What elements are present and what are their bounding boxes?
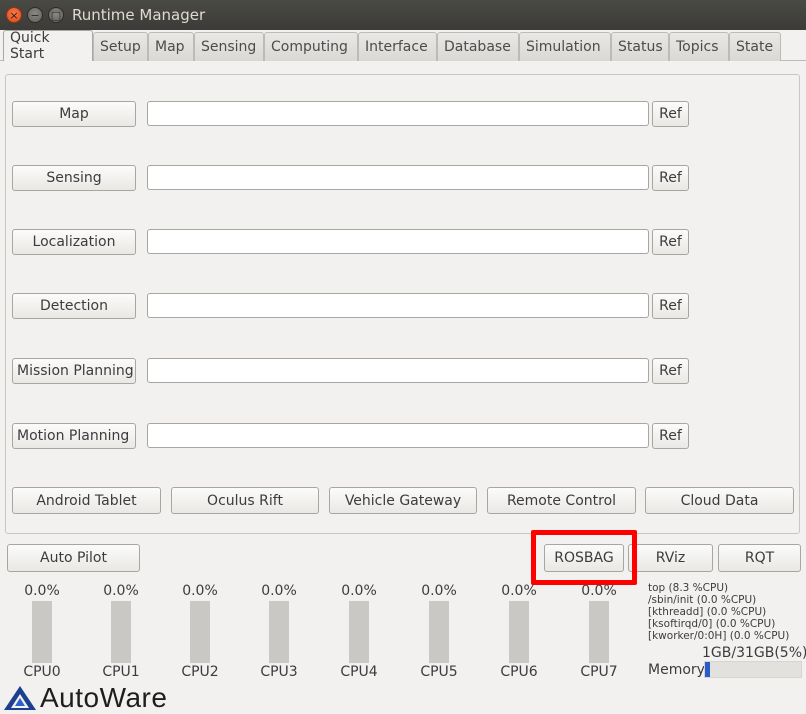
sensing-button[interactable]: Sensing [12,165,136,191]
detection-path-field[interactable] [147,293,649,318]
cpu-bar [190,601,210,663]
tab-map[interactable]: Map [148,32,194,61]
tab-status[interactable]: Status [611,32,669,61]
memory-label: Memory [648,662,705,678]
cpu-bar [509,601,529,663]
localization-path-field[interactable] [147,229,649,254]
memory-usage-text: 1GB/31GB(5%) [702,645,806,661]
remote-control-button[interactable]: Remote Control [487,487,636,514]
process-item: [kthreadd] (0.0 %CPU) [648,606,767,618]
cpu-percent: 0.0% [182,583,218,599]
cpu-label: CPU5 [420,664,458,680]
motion-planning-ref-button[interactable]: Ref [652,423,689,449]
tab-simulation[interactable]: Simulation [519,32,611,61]
tab-topics[interactable]: Topics [669,32,729,61]
title-bar: × − □ Runtime Manager [0,0,806,30]
cpu-percent: 0.0% [421,583,457,599]
cpu-percent: 0.0% [341,583,377,599]
tab-bar: Quick Start Setup Map Sensing Computing … [0,30,781,62]
autoware-logo-text: AutoWare [40,682,168,713]
mission-planning-ref-button[interactable]: Ref [652,358,689,384]
window-title: Runtime Manager [72,6,206,24]
maximize-window-button[interactable]: □ [48,7,64,23]
oculus-rift-button[interactable]: Oculus Rift [171,487,319,514]
cpu-label: CPU7 [580,664,618,680]
detection-button[interactable]: Detection [12,293,136,319]
cpu-meter: 0.0% CPU2 [170,583,230,680]
tab-computing[interactable]: Computing [264,32,358,61]
cpu-bar [589,601,609,663]
cpu-meter: 0.0% CPU1 [91,583,151,680]
cpu-percent: 0.0% [261,583,297,599]
cpu-bar [111,601,131,663]
tab-sensing[interactable]: Sensing [194,32,264,61]
motion-planning-button[interactable]: Motion Planning [12,423,136,449]
cpu-label: CPU2 [181,664,219,680]
cpu-meter: 0.0% CPU6 [489,583,549,680]
motion-planning-path-field[interactable] [147,423,649,448]
memory-bar [704,661,802,678]
cpu-percent: 0.0% [581,583,617,599]
tab-database[interactable]: Database [437,32,519,61]
tab-setup[interactable]: Setup [93,32,148,61]
tab-quick-start[interactable]: Quick Start [3,30,93,62]
cpu-percent: 0.0% [103,583,139,599]
rviz-button[interactable]: RViz [628,544,713,572]
cpu-meter: 0.0% CPU0 [12,583,72,680]
cpu-meter: 0.0% CPU5 [409,583,469,680]
cpu-meter: 0.0% CPU7 [569,583,629,680]
tab-state[interactable]: State [729,32,781,61]
cpu-label: CPU4 [340,664,378,680]
process-item: [ksoftirqd/0] (0.0 %CPU) [648,618,776,630]
maximize-icon: □ [50,8,62,22]
detection-ref-button[interactable]: Ref [652,293,689,319]
vehicle-gateway-button[interactable]: Vehicle Gateway [329,487,477,514]
cpu-bar [429,601,449,663]
close-icon: × [9,8,19,22]
auto-pilot-button[interactable]: Auto Pilot [7,544,140,572]
autoware-logo-icon [4,686,36,710]
cpu-label: CPU3 [260,664,298,680]
map-button[interactable]: Map [12,101,136,127]
rqt-button[interactable]: RQT [718,544,801,572]
cpu-label: CPU1 [102,664,140,680]
cpu-meter: 0.0% CPU4 [329,583,389,680]
mission-planning-button[interactable]: Mission Planning [12,358,136,384]
localization-ref-button[interactable]: Ref [652,229,689,255]
cpu-percent: 0.0% [501,583,537,599]
process-list: top (8.3 %CPU) /sbin/init (0.0 %CPU) [kt… [648,582,804,642]
map-ref-button[interactable]: Ref [652,101,689,127]
android-tablet-button[interactable]: Android Tablet [12,487,161,514]
process-item: top (8.3 %CPU) [648,582,729,594]
cpu-bar [32,601,52,663]
cpu-bar [349,601,369,663]
cloud-data-button[interactable]: Cloud Data [645,487,794,514]
close-window-button[interactable]: × [6,7,22,23]
localization-button[interactable]: Localization [12,229,136,255]
cpu-label: CPU6 [500,664,538,680]
process-item: [kworker/0:0H] (0.0 %CPU) [648,630,790,642]
autoware-logo: AutoWare [2,682,167,714]
cpu-bar [269,601,289,663]
cpu-percent: 0.0% [24,583,60,599]
cpu-meter: 0.0% CPU3 [249,583,309,680]
minimize-window-button[interactable]: − [27,7,43,23]
map-path-field[interactable] [147,101,649,126]
mission-planning-path-field[interactable] [147,358,649,383]
cpu-label: CPU0 [23,664,61,680]
tab-interface[interactable]: Interface [358,32,437,61]
memory-bar-fill [705,662,710,677]
minimize-icon: − [30,8,40,22]
sensing-ref-button[interactable]: Ref [652,165,689,191]
process-item: /sbin/init (0.0 %CPU) [648,594,757,606]
rosbag-button[interactable]: ROSBAG [544,544,624,572]
sensing-path-field[interactable] [147,165,649,190]
